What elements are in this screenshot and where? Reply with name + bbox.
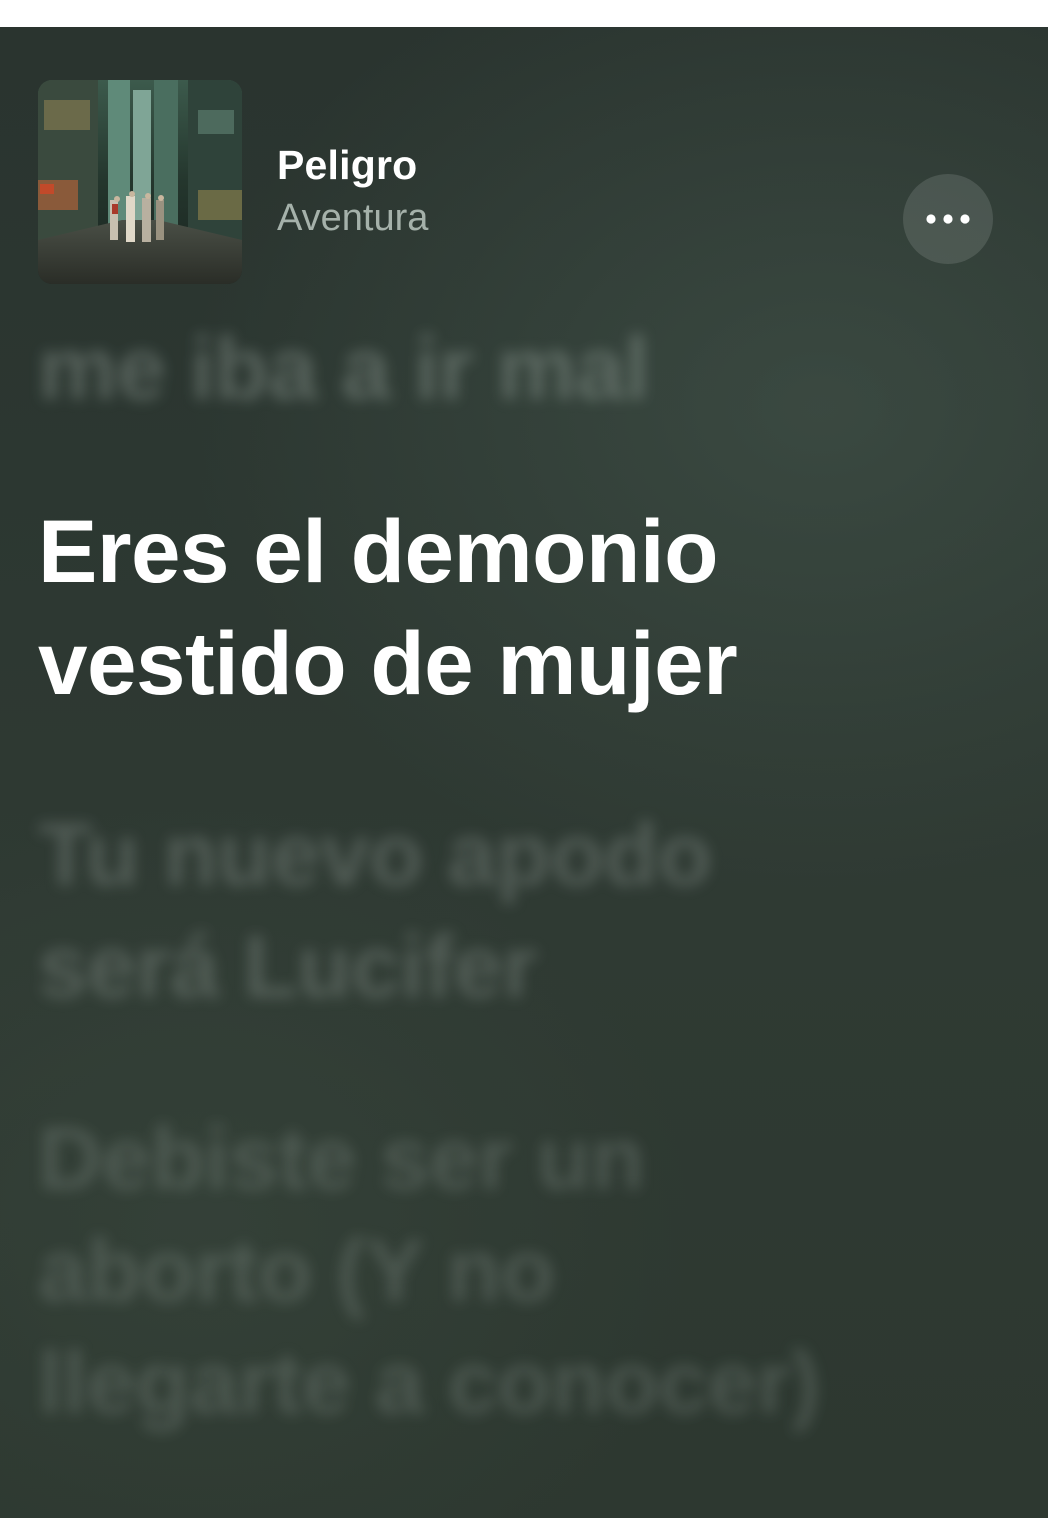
lyric-line-next[interactable]: Tu nuevo apodo será Lucifer: [38, 798, 998, 1022]
lyric-text: aborto (Y no: [38, 1220, 555, 1320]
now-playing-header: Peligro Aventura: [38, 80, 1008, 284]
top-strip: [0, 0, 1048, 27]
album-art-image: [38, 80, 242, 284]
lyric-text: me iba a ir mal: [38, 318, 649, 418]
lyric-text: Debiste ser un: [38, 1108, 645, 1208]
album-art[interactable]: [38, 80, 242, 284]
artist-name[interactable]: Aventura: [277, 197, 428, 240]
lyric-text: será Lucifer: [38, 916, 537, 1016]
lyric-text: Tu nuevo apodo: [38, 804, 712, 904]
lyrics-screen: Peligro Aventura me iba a ir mal Eres el…: [0, 27, 1048, 1518]
lyric-text: llegarte a conocer): [38, 1332, 820, 1432]
ellipsis-icon: [926, 214, 970, 224]
lyric-text: vestido de mujer: [38, 613, 738, 713]
lyric-text: Eres el demonio: [38, 501, 719, 601]
lyric-line-next[interactable]: Debiste ser un aborto (Y no llegarte a c…: [38, 1102, 998, 1438]
lyric-line-current[interactable]: Eres el demonio vestido de mujer: [38, 495, 998, 719]
song-title[interactable]: Peligro: [277, 142, 417, 189]
lyric-line-past[interactable]: me iba a ir mal: [38, 312, 998, 424]
more-options-button[interactable]: [903, 174, 993, 264]
